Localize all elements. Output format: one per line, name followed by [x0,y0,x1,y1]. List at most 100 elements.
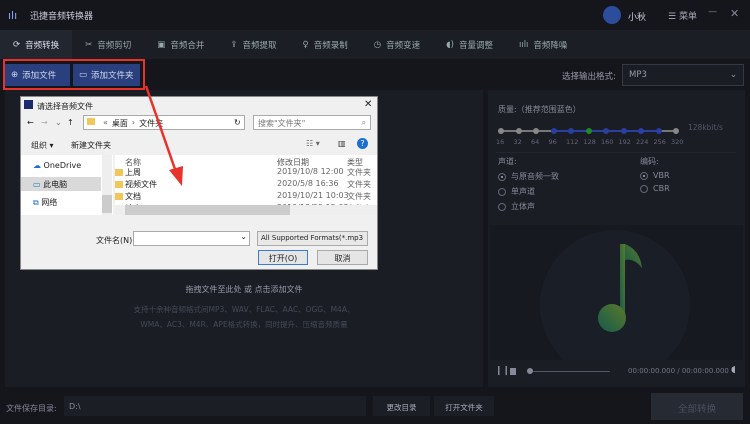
cloud-icon: ☁ [33,161,41,170]
filename-label: 文件名(N): [96,236,135,245]
open-label: 打开(O) [268,254,298,263]
user-name[interactable]: 小秋 [628,10,646,23]
open-button[interactable]: 打开(O) [258,250,308,265]
file-type: 文件夹 [347,192,371,201]
chevron-down-icon: ⌄ [729,70,737,80]
folder-icon[interactable] [115,193,123,200]
seek-handle[interactable] [527,368,533,374]
change-dir-button[interactable]: 更改目录 [373,396,430,416]
nav-scrollbar[interactable] [102,155,112,215]
radio-icon [498,172,506,181]
encoding-option-vbr[interactable]: VBR [640,171,670,180]
quality-stop-192[interactable] [620,128,627,134]
stop-button[interactable] [510,368,516,375]
save-path-input[interactable]: D:\ [64,396,366,416]
channel-group: 声道: 与原音频一致 单声道 立体声 [498,156,559,212]
tab-label: 音量调整 [458,40,493,51]
tab-audio-record[interactable]: ♀ 音频录制 [289,30,360,59]
format-value: MP3 [629,70,647,80]
folder-icon[interactable] [115,181,123,188]
radio-icon [498,187,506,196]
nav-label: 此电脑 [43,180,68,189]
quality-stop-160[interactable] [603,128,609,134]
quality-stop-16[interactable] [498,128,504,134]
quality-stop-224[interactable] [638,128,644,134]
pause-button[interactable]: ❙❙ [495,366,510,376]
speaker-icon[interactable]: ◖ [731,365,736,375]
quality-tick-label: 128 [583,138,596,146]
dialog-app-icon [24,100,33,109]
organize-button[interactable]: 组织 ▾ [31,140,54,151]
view-options-icon[interactable]: ☷ ▾ [306,139,320,148]
channel-option-mono[interactable]: 单声道 [498,186,559,197]
convert-all-button[interactable]: 全部转换 [651,393,743,420]
option-label: CBR [653,184,670,193]
cancel-button[interactable]: 取消 [317,250,368,265]
open-folder-label: 打开文件夹 [445,403,483,412]
quality-stop-256[interactable] [655,128,662,134]
folder-icon[interactable] [115,169,123,176]
quality-stop-64[interactable] [533,128,539,134]
back-icon[interactable]: ← [27,118,34,127]
tab-audio-convert[interactable]: ⟳ 音频转换 [0,30,73,59]
horizontal-scrollbar[interactable] [115,205,377,215]
file-date: 2020/5/8 16:36 [277,179,339,188]
radio-icon [498,202,506,211]
computer-icon: ▭ [33,180,41,189]
avatar[interactable] [603,6,621,24]
option-label: 立体声 [511,202,535,211]
open-folder-button[interactable]: 打开文件夹 [434,396,494,416]
chevron-down-icon: ⌄ [240,232,247,241]
tab-audio-speed[interactable]: ◷ 音频变速 [361,30,433,59]
tab-denoise[interactable]: ıılı 音频降噪 [506,30,580,59]
channel-label: 声道: [498,157,517,166]
quality-tick-label: 96 [548,138,557,146]
encoding-label: 编码: [640,157,659,166]
tab-volume[interactable]: ◖) 音量调整 [433,30,506,59]
search-placeholder: 搜索"文件夹" [258,119,306,128]
breadcrumb-desktop[interactable]: 桌面 [112,118,128,128]
quality-stop-128[interactable] [585,128,592,134]
radio-icon [640,171,648,180]
help-icon[interactable]: ? [357,138,368,149]
file-name: 上周 [125,168,141,177]
search-input[interactable]: 搜索"文件夹" ⌕ [253,115,371,130]
seek-slider[interactable] [528,371,610,372]
up-icon[interactable]: ↑ [67,118,74,127]
tab-audio-cut[interactable]: ✂ 音频剪切 [72,30,144,59]
path-overflow: « [103,118,108,127]
dialog-title: 请选择音频文件 [37,102,93,111]
tab-audio-merge[interactable]: ▣ 音频合并 [144,30,217,59]
format-select[interactable]: MP3 ⌄ [622,64,744,86]
nav-network[interactable]: ⧉ 网络 [33,197,57,208]
file-name: 视频文件 [125,180,157,189]
forward-icon[interactable]: → [41,118,48,127]
new-folder-button[interactable]: 新建文件夹 [71,140,111,151]
menu-button[interactable]: ☰ 菜单 [668,9,697,22]
quality-stop-320[interactable] [673,128,679,134]
nav-onedrive[interactable]: ☁ OneDrive [33,161,81,170]
quality-stop-32[interactable] [515,128,522,134]
channel-option-original[interactable]: 与原音频一致 [498,171,559,182]
file-type-value: All Supported Formats(*.mp3 [261,234,364,242]
recent-dropdown-icon[interactable]: ⌄ [55,118,62,127]
channel-option-stereo[interactable]: 立体声 [498,201,559,212]
minimize-button[interactable]: — [708,7,717,17]
breadcrumb-folder[interactable]: 文件夹 [139,118,163,128]
encoding-option-cbr[interactable]: CBR [640,184,670,193]
address-bar[interactable]: « 桌面 › 文件夹 [83,115,245,130]
encoding-group: 编码: VBR CBR [640,156,670,193]
filename-input[interactable]: ⌄ [133,231,250,246]
tab-audio-extract[interactable]: ⇪ 音频提取 [217,30,289,59]
quality-stop-96[interactable] [550,128,557,134]
nav-this-pc[interactable]: ▭ 此电脑 [21,177,101,191]
file-type-select[interactable]: All Supported Formats(*.mp3 [257,231,368,246]
preview-pane-icon[interactable]: ▥ [338,139,346,148]
refresh-icon[interactable]: ↻ [234,118,241,127]
quality-stop-112[interactable] [568,128,574,134]
extract-icon: ⇪ [230,39,238,50]
close-button[interactable]: ✕ [730,7,739,20]
dialog-close-button[interactable]: ✕ [364,99,372,110]
scissors-icon: ✂ [85,39,93,50]
quality-label: 质量:（推荐范围蓝色） [498,105,581,114]
